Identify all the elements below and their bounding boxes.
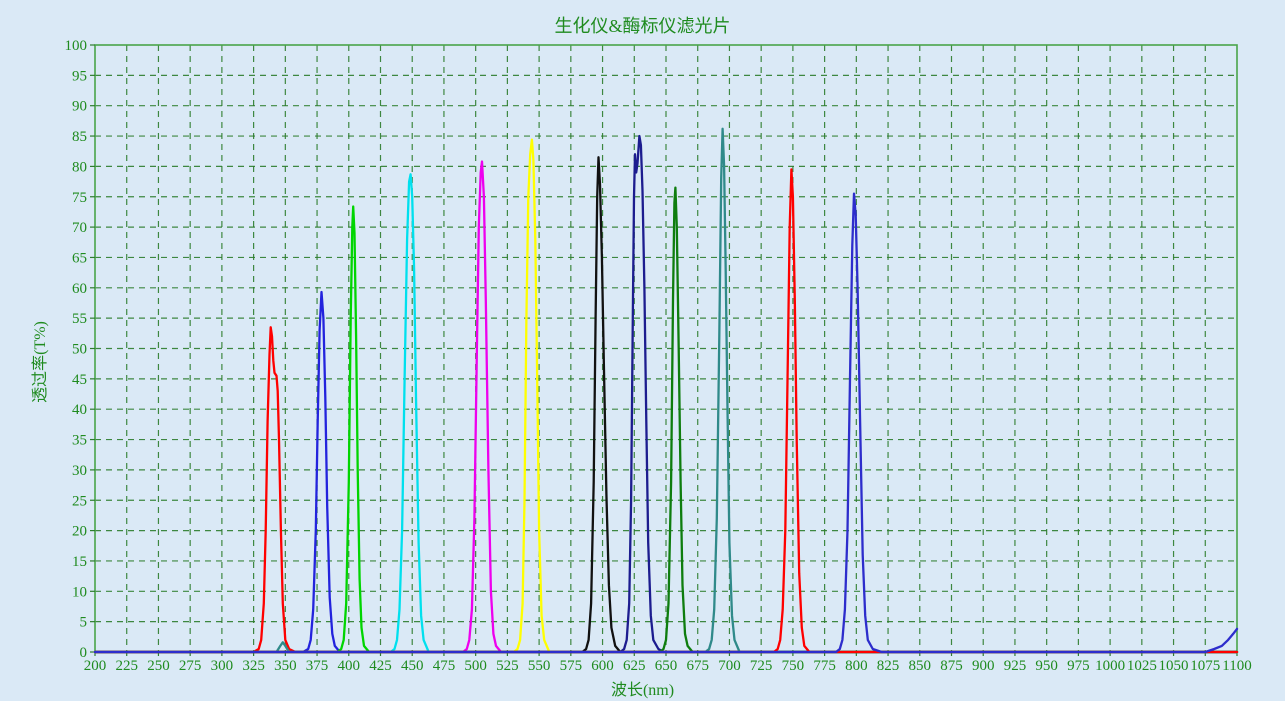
x-axis-title: 波长(nm) bbox=[0, 676, 1285, 700]
x-tick-label: 1075 bbox=[1190, 658, 1220, 674]
x-tick-label: 875 bbox=[940, 658, 963, 674]
y-tick-label: 50 bbox=[72, 342, 87, 358]
y-tick-label: 70 bbox=[72, 220, 87, 236]
x-tick-label: 775 bbox=[813, 658, 836, 674]
y-tick-label: 40 bbox=[72, 402, 87, 418]
y-tick-label: 10 bbox=[72, 584, 87, 600]
x-tick-label: 350 bbox=[274, 658, 297, 674]
x-tick-label: 725 bbox=[750, 658, 773, 674]
x-tick-label: 525 bbox=[496, 658, 519, 674]
chart-page: 0510152025303540455055606570758085909510… bbox=[0, 0, 1285, 701]
x-tick-label: 675 bbox=[686, 658, 709, 674]
y-tick-label: 35 bbox=[72, 433, 87, 449]
y-tick-label: 30 bbox=[72, 463, 87, 479]
y-tick-label: 95 bbox=[72, 68, 87, 84]
x-tick-label: 1050 bbox=[1159, 658, 1189, 674]
y-tick-label: 100 bbox=[65, 38, 88, 54]
x-tick-label: 825 bbox=[877, 658, 900, 674]
x-tick-label: 650 bbox=[655, 658, 678, 674]
x-tick-label: 1100 bbox=[1222, 658, 1251, 674]
x-tick-label: 575 bbox=[560, 658, 583, 674]
x-tick-label: 375 bbox=[306, 658, 329, 674]
x-tick-label: 850 bbox=[909, 658, 932, 674]
x-tick-label: 400 bbox=[338, 658, 361, 674]
x-tick-label: 925 bbox=[1004, 658, 1027, 674]
x-tick-label: 1025 bbox=[1127, 658, 1157, 674]
x-tick-label: 700 bbox=[718, 658, 741, 674]
x-tick-label: 750 bbox=[782, 658, 805, 674]
y-tick-label: 90 bbox=[72, 99, 87, 115]
x-tick-label: 1000 bbox=[1095, 658, 1125, 674]
x-tick-label: 250 bbox=[147, 658, 170, 674]
x-tick-label: 225 bbox=[115, 658, 138, 674]
x-tick-label: 625 bbox=[623, 658, 646, 674]
y-tick-label: 65 bbox=[72, 250, 87, 266]
y-tick-label: 55 bbox=[72, 311, 87, 327]
y-tick-label: 45 bbox=[72, 372, 87, 388]
x-tick-label: 800 bbox=[845, 658, 868, 674]
filter-spectra-chart: 0510152025303540455055606570758085909510… bbox=[0, 0, 1285, 701]
y-axis-title: 透过率(T%) bbox=[26, 321, 50, 403]
y-tick-label: 20 bbox=[72, 524, 87, 540]
x-tick-label: 450 bbox=[401, 658, 424, 674]
y-tick-label: 75 bbox=[72, 190, 87, 206]
x-tick-label: 275 bbox=[179, 658, 202, 674]
y-tick-label: 25 bbox=[72, 493, 87, 509]
chart-title: 生化仪&酶标仪滤光片 bbox=[0, 12, 1285, 38]
x-tick-label: 200 bbox=[84, 658, 107, 674]
x-tick-label: 600 bbox=[591, 658, 614, 674]
x-tick-label: 900 bbox=[972, 658, 995, 674]
x-tick-label: 475 bbox=[433, 658, 456, 674]
y-tick-label: 80 bbox=[72, 159, 87, 175]
x-tick-label: 950 bbox=[1035, 658, 1058, 674]
x-tick-label: 550 bbox=[528, 658, 551, 674]
y-tick-label: 60 bbox=[72, 281, 87, 297]
x-tick-label: 500 bbox=[464, 658, 487, 674]
y-tick-label: 5 bbox=[80, 615, 88, 631]
x-tick-label: 325 bbox=[242, 658, 265, 674]
x-tick-label: 425 bbox=[369, 658, 392, 674]
x-tick-label: 975 bbox=[1067, 658, 1090, 674]
y-tick-label: 85 bbox=[72, 129, 87, 145]
y-tick-label: 15 bbox=[72, 554, 87, 570]
x-tick-label: 300 bbox=[211, 658, 234, 674]
